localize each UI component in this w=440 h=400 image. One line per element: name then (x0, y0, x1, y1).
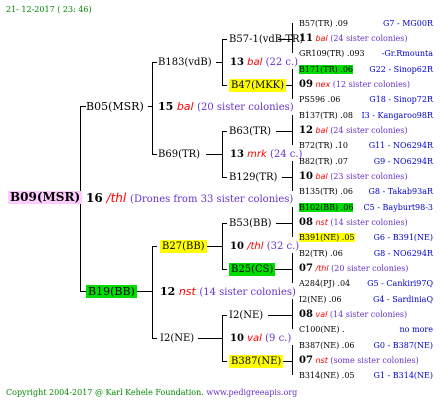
root-note: (Drones from 33 sister colonies) (130, 194, 294, 205)
g4-sister-row: 09 nex (12 sister colonies) (299, 79, 411, 90)
b183-generation: 13 (230, 57, 244, 68)
g4-sister-row: 10 bal (23 sister colonies) (299, 171, 408, 182)
g4-sister-row: 08 val (14 sister colonies) (299, 309, 408, 320)
queen-b183[interactable]: B183(vdB) (158, 56, 212, 69)
b183-note: (22 c.) (265, 57, 299, 68)
queen-g3-b129[interactable]: B129(TR) (229, 171, 277, 184)
b05-note: (20 sister colonies) (197, 102, 294, 113)
queen-i2[interactable]: I2(NE) (160, 332, 194, 345)
g4-row[interactable]: B137(TR) .08 I3 - Kangaroo98R (299, 109, 433, 122)
b05-generation: 15 (158, 100, 174, 113)
g4-row[interactable]: B102(BB) .06 C5 - Bayburt98-3 (299, 201, 433, 214)
queen-b05[interactable]: B05(MSR) (86, 100, 144, 113)
date-stamp: 21- 12-2017 ( 23: 46) (6, 5, 92, 14)
b27-generation: 10 (230, 241, 244, 252)
b69-note: (24 c.) (269, 149, 303, 160)
queen-g3-b25[interactable]: B25(CS) (229, 263, 276, 276)
g4-row[interactable]: B72(TR) .10 G11 - NO6294R (299, 139, 433, 152)
queen-g3-i2[interactable]: I2(NE) (229, 309, 263, 322)
g4-row[interactable]: B387(NE) .06 G0 - B387(NE) (299, 339, 433, 352)
g4-sister-row: 11 bal (24 sister colonies) (299, 33, 408, 44)
g4-row[interactable]: PS596 .06 G18 - Sinop72R (299, 93, 433, 106)
b69-generation: 13 (230, 149, 244, 160)
b05-mark: bal (176, 100, 194, 113)
root-queen[interactable]: B09(MSR) (8, 191, 83, 204)
root-generation: 16 (86, 191, 103, 205)
g4-row[interactable]: B391(NE) .05 G6 - B391(NE) (299, 231, 433, 244)
i2-note: (9 c.) (265, 333, 292, 344)
queen-b19[interactable]: B19(BB) (86, 285, 137, 298)
g4-row[interactable]: B135(TR) .06 G8 - Takab93aR (299, 185, 433, 198)
b69-mark: mrk (247, 149, 267, 160)
queen-b69[interactable]: B69(TR) (158, 148, 200, 161)
g4-row[interactable]: B82(TR) .07 G9 - NO6294R (299, 155, 433, 168)
queen-g3-b47[interactable]: B47(MKK) (229, 79, 287, 92)
g4-row[interactable]: B2(TR) .06 G8 - NO6294R (299, 247, 433, 260)
i2-mark: val (247, 333, 262, 344)
b19-note: (14 sister colonies) (199, 287, 296, 298)
g4-row[interactable]: B314(NE) .05 G1 - B314(NE) (299, 369, 433, 382)
queen-b27[interactable]: B27(BB) (160, 240, 207, 253)
queen-g3-b53[interactable]: B53(BB) (229, 217, 272, 230)
queen-g3-b57[interactable]: B57-1(vdB-TR) (229, 33, 303, 46)
g4-sister-row: 07 nst (some sister colonies) (299, 355, 419, 366)
i2-generation: 10 (230, 333, 244, 344)
copyright-text: Copyright 2004-2017 @ Karl Kehele Founda… (6, 388, 204, 397)
b183-mark: bal (247, 57, 263, 68)
queen-g3-b63[interactable]: B63(TR) (229, 125, 271, 138)
b19-mark: nst (178, 285, 196, 298)
website-link[interactable]: www.pedigreeapis.org (206, 388, 297, 397)
queen-g3-b387[interactable]: B387(NE) (229, 355, 284, 368)
pedigree-chart: 21- 12-2017 ( 23: 46) B09(MSR) 16 /thl (… (0, 0, 440, 400)
b27-mark: /thl (247, 241, 264, 252)
g4-sister-row: 08 nst (14 sister colonies) (299, 217, 408, 228)
g4-row[interactable]: I2(NE) .06 G4 - SardiniaQ (299, 293, 433, 306)
g4-sister-row: 12 bal (24 sister colonies) (299, 125, 408, 136)
g4-row[interactable]: A284(PJ) .04 G5 - Cankiri97Q (299, 277, 433, 290)
g4-row[interactable]: C100(NE) . no more (299, 323, 433, 336)
b19-generation: 12 (160, 285, 176, 298)
b27-note: (32 c.) (266, 241, 300, 252)
g4-sister-row: 07 /thl (20 sister colonies) (299, 263, 409, 274)
root-mark: /thl (106, 191, 127, 205)
g4-row[interactable]: GR109(TR) .093 -Gr.Rmounta (299, 47, 433, 60)
g4-row[interactable]: B57(TR) .09 G7 - MG00R (299, 17, 433, 30)
g4-row[interactable]: B171(TR) .06 G22 - Sinop62R (299, 63, 433, 76)
